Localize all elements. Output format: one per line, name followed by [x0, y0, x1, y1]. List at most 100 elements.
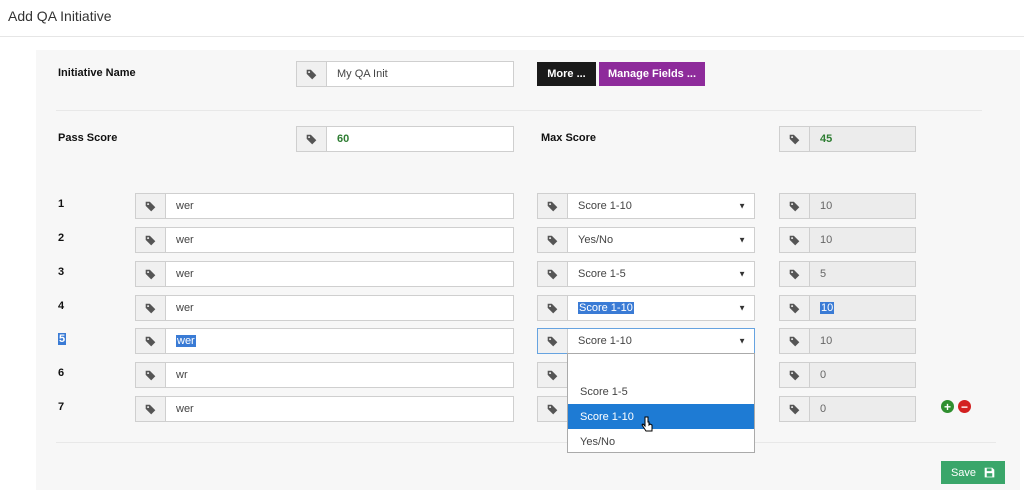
criterion-name-input[interactable]: wer: [166, 228, 513, 252]
pass-score-input-group[interactable]: 60: [296, 126, 514, 152]
tag-icon: [780, 363, 810, 387]
dropdown-option[interactable]: [568, 354, 754, 379]
tag-icon: [297, 62, 327, 86]
criterion-name-input-group[interactable]: wer: [135, 261, 514, 287]
scale-select-group[interactable]: Yes/No ▼: [537, 227, 755, 253]
footer-divider: [56, 442, 996, 443]
remove-row-button[interactable]: −: [958, 400, 971, 413]
tag-icon: [136, 228, 166, 252]
tag-icon: [780, 194, 810, 218]
tag-icon: [136, 329, 166, 353]
max-value: 5: [810, 262, 915, 286]
chevron-down-icon: ▼: [738, 201, 746, 211]
criterion-name-input-group[interactable]: wr: [135, 362, 514, 388]
tag-icon: [136, 296, 166, 320]
scale-select-group[interactable]: Score 1-5 ▼: [537, 261, 755, 287]
save-icon: [984, 467, 995, 478]
criterion-name-input-group[interactable]: wer: [135, 295, 514, 321]
row-number: 1: [58, 198, 65, 210]
row-number: 6: [58, 367, 65, 379]
max-value: 10: [810, 329, 915, 353]
pass-score-label: Pass Score: [58, 132, 118, 144]
save-label: Save: [950, 466, 977, 479]
max-score-input-group: 45: [779, 126, 916, 152]
max-value: 10: [810, 194, 915, 218]
max-value: 10: [810, 296, 915, 320]
max-value-group: 10: [779, 295, 916, 321]
criterion-name-input[interactable]: wer: [166, 194, 513, 218]
tag-icon: [538, 262, 568, 286]
row-number: 4: [58, 300, 65, 312]
more-button[interactable]: More ...: [537, 62, 596, 86]
title-divider: [0, 36, 1024, 37]
chevron-down-icon: ▼: [738, 235, 746, 245]
scale-select[interactable]: Score 1-10 ▼: [568, 194, 754, 218]
criterion-name-input-group[interactable]: wer: [135, 328, 514, 354]
max-value-group: 0: [779, 396, 916, 422]
dropdown-option[interactable]: Yes/No: [568, 429, 754, 454]
scale-select-group[interactable]: Score 1-10 ▼: [537, 193, 755, 219]
tag-icon: [780, 329, 810, 353]
row-number: 5: [58, 333, 67, 345]
tag-icon: [780, 296, 810, 320]
tag-icon: [136, 194, 166, 218]
mouse-cursor-icon: [641, 416, 653, 432]
max-value-group: 10: [779, 227, 916, 253]
tag-icon: [538, 228, 568, 252]
max-value-group: 5: [779, 261, 916, 287]
max-value-group: 10: [779, 193, 916, 219]
tag-icon: [136, 397, 166, 421]
initiative-name-input[interactable]: My QA Init: [327, 62, 513, 86]
criterion-name-input-group[interactable]: wer: [135, 227, 514, 253]
pass-score-input[interactable]: 60: [327, 127, 513, 151]
max-score-value: 45: [810, 127, 915, 151]
initiative-name-label: Initiative Name: [58, 67, 136, 79]
criterion-name-input[interactable]: wer: [166, 397, 513, 421]
max-value-group: 10: [779, 328, 916, 354]
chevron-down-icon: ▼: [738, 336, 746, 346]
tag-icon: [136, 262, 166, 286]
manage-fields-button[interactable]: Manage Fields ...: [599, 62, 705, 86]
page-title: Add QA Initiative: [8, 8, 112, 24]
tag-icon: [780, 262, 810, 286]
tag-icon: [538, 397, 568, 421]
criterion-name-input[interactable]: wer: [166, 262, 513, 286]
criterion-name-input[interactable]: wer: [166, 296, 513, 320]
max-score-label: Max Score: [541, 132, 597, 144]
tag-icon: [538, 296, 568, 320]
max-value: 10: [810, 228, 915, 252]
tag-icon: [780, 228, 810, 252]
criterion-name-input-group[interactable]: wer: [135, 396, 514, 422]
criterion-name-input-group[interactable]: wer: [135, 193, 514, 219]
tag-icon: [297, 127, 327, 151]
chevron-down-icon: ▼: [738, 269, 746, 279]
initiative-name-input-group[interactable]: My QA Init: [296, 61, 514, 87]
criterion-name-input[interactable]: wer: [166, 329, 513, 353]
scale-dropdown-list[interactable]: Score 1-5 Score 1-10 Yes/No: [567, 353, 755, 453]
tag-icon: [780, 127, 810, 151]
max-value: 0: [810, 397, 915, 421]
dropdown-option-highlighted[interactable]: Score 1-10: [568, 404, 754, 429]
row-number: 2: [58, 232, 65, 244]
tag-icon: [136, 363, 166, 387]
scale-select[interactable]: Score 1-10 ▼: [568, 329, 754, 353]
max-value: 0: [810, 363, 915, 387]
scale-select-group[interactable]: Score 1-10 ▼: [537, 295, 755, 321]
criterion-name-input[interactable]: wr: [166, 363, 513, 387]
row-number: 7: [58, 401, 65, 413]
add-row-button[interactable]: +: [941, 400, 954, 413]
row-number: 3: [58, 266, 65, 278]
scale-select[interactable]: Score 1-5 ▼: [568, 262, 754, 286]
tag-icon: [538, 363, 568, 387]
header-divider: [56, 110, 982, 111]
save-button[interactable]: Save: [941, 461, 1005, 484]
chevron-down-icon: ▼: [738, 303, 746, 313]
max-value-group: 0: [779, 362, 916, 388]
tag-icon: [780, 397, 810, 421]
scale-select[interactable]: Yes/No ▼: [568, 228, 754, 252]
dropdown-option[interactable]: Score 1-5: [568, 379, 754, 404]
tag-icon: [538, 329, 568, 353]
scale-select[interactable]: Score 1-10 ▼: [568, 296, 754, 320]
scale-select-group[interactable]: Score 1-10 ▼: [537, 328, 755, 354]
tag-icon: [538, 194, 568, 218]
